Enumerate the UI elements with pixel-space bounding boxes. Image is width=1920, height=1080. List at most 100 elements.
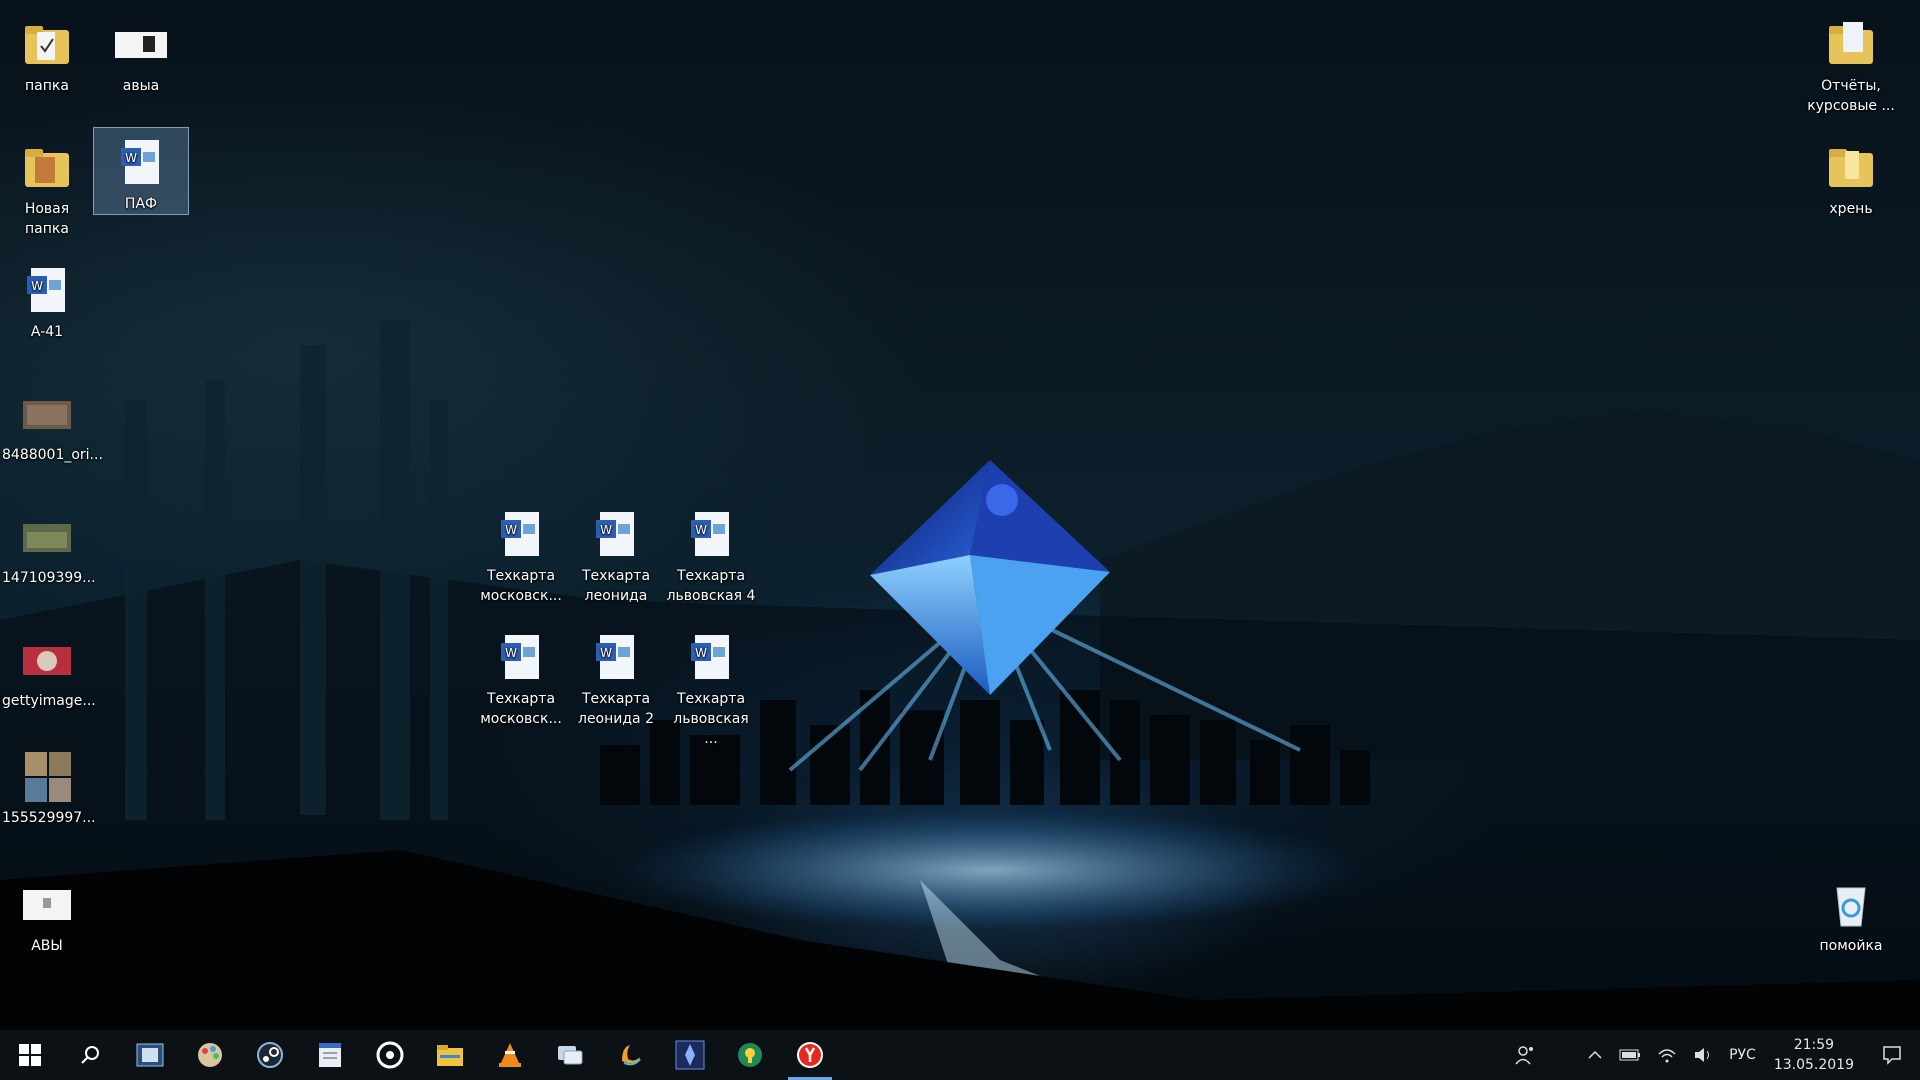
svg-text:W: W xyxy=(695,646,707,660)
taskbar-app-chat[interactable] xyxy=(540,1030,600,1080)
folder-icon xyxy=(1829,22,1873,64)
battery-button[interactable] xyxy=(1611,1030,1649,1080)
image-file-icon xyxy=(23,890,71,920)
word-document-icon: W xyxy=(596,635,634,679)
icon-label: 155529997... xyxy=(2,810,96,826)
clock[interactable]: 21:59 13.05.2019 xyxy=(1764,1030,1864,1080)
taskbar-app-task-view[interactable] xyxy=(120,1030,180,1080)
image-file-icon xyxy=(23,401,71,429)
steam-icon xyxy=(257,1042,283,1068)
desktop-icon-otchety[interactable]: Отчёты, курсовые ... xyxy=(1804,10,1898,116)
svg-text:W: W xyxy=(125,151,137,165)
icon-label: Отчёты, курсовые ... xyxy=(1807,78,1895,114)
desktop-icon-image-8488001[interactable]: 8488001_ori... xyxy=(0,379,103,465)
yandex-icon xyxy=(797,1042,823,1068)
volume-button[interactable] xyxy=(1685,1030,1721,1080)
folder-icon xyxy=(437,1045,463,1066)
people-icon xyxy=(1515,1046,1534,1065)
icon-label: папка xyxy=(25,78,69,94)
desktop-icon-techkarta-lvovskaya-4[interactable]: W Техкарта львовская 4 xyxy=(664,500,758,606)
folder-icon xyxy=(1829,149,1873,187)
chevron-up-icon xyxy=(1588,1050,1602,1059)
folder-icon xyxy=(25,26,69,64)
language-indicator[interactable]: РУС xyxy=(1721,1030,1764,1080)
folder-icon xyxy=(25,149,69,187)
windows-start-icon xyxy=(19,1044,41,1066)
desktop-icon-techkarta-moskovsk-2[interactable]: W Техкарта московск... xyxy=(474,623,568,729)
svg-text:W: W xyxy=(505,646,517,660)
people-button[interactable] xyxy=(1507,1030,1543,1080)
taskbar-app-vlc[interactable] xyxy=(480,1030,540,1080)
desktop-icon-avya[interactable]: авыа xyxy=(94,10,188,96)
desktop-icon-a41[interactable]: W A-41 xyxy=(0,256,94,342)
taskbar-app-game[interactable] xyxy=(660,1030,720,1080)
taskbar-app-media[interactable] xyxy=(360,1030,420,1080)
desktop-icon-techkarta-moskovsk-1[interactable]: W Техкарта московск... xyxy=(474,500,568,606)
svg-text:W: W xyxy=(31,279,43,293)
svg-text:W: W xyxy=(600,523,612,537)
icon-label: Техкарта леонида xyxy=(581,568,651,604)
recycle-bin-icon xyxy=(1836,887,1866,927)
desktop-icon-techkarta-leonida-2[interactable]: W Техкарта леонида 2 xyxy=(569,623,663,729)
system-tray: РУС 21:59 13.05.2019 xyxy=(1507,1030,1920,1080)
desktop-icon-avy[interactable]: АВЫ xyxy=(0,870,94,956)
icon-label: хрень xyxy=(1829,201,1873,217)
desktop-icon-techkarta-lvovskaya-2[interactable]: W Техкарта львовская ... xyxy=(664,623,758,749)
desktop-icon-techkarta-leonida[interactable]: W Техкарта леонида xyxy=(569,500,663,606)
icon-label: Новая папка xyxy=(24,201,70,237)
icon-label: АВЫ xyxy=(31,938,63,954)
film-icon xyxy=(136,1043,164,1067)
word-document-icon: W xyxy=(596,512,634,556)
icon-label: Техкарта московск... xyxy=(480,691,562,727)
icon-label: Техкарта львовская ... xyxy=(673,691,749,747)
taskbar-app-file-explorer[interactable] xyxy=(420,1030,480,1080)
image-file-icon xyxy=(115,32,167,58)
desktop-icon-image-147109399[interactable]: 147109399... xyxy=(0,502,96,588)
wifi-icon xyxy=(1658,1049,1676,1063)
taskbar-app-globe[interactable] xyxy=(720,1030,780,1080)
icon-label: Техкарта московск... xyxy=(480,568,562,604)
taskbar-app-steam[interactable] xyxy=(240,1030,300,1080)
disc-icon xyxy=(376,1041,404,1069)
battery-icon xyxy=(1619,1049,1641,1061)
game-icon xyxy=(675,1040,705,1070)
icon-label: A-41 xyxy=(30,324,64,340)
icon-label: 8488001_ori... xyxy=(2,447,103,463)
word-document-icon: W xyxy=(121,140,159,184)
taskbar-app-swoosh[interactable] xyxy=(600,1030,660,1080)
taskbar-app-notepad[interactable] xyxy=(300,1030,360,1080)
desktop-wallpaper xyxy=(0,320,1920,1030)
image-file-icon xyxy=(23,647,71,675)
swoosh-icon xyxy=(622,1045,641,1066)
clock-time: 21:59 xyxy=(1793,1037,1835,1053)
icon-label: gettyimage... xyxy=(2,693,96,709)
network-button[interactable] xyxy=(1649,1030,1685,1080)
desktop-icon-paf[interactable]: W ПАФ xyxy=(93,127,189,215)
icon-label: ПАФ xyxy=(124,196,158,212)
clock-date: 13.05.2019 xyxy=(1773,1057,1854,1073)
taskbar-app-paint[interactable] xyxy=(180,1030,240,1080)
svg-text:W: W xyxy=(695,523,707,537)
globe-icon xyxy=(738,1043,762,1067)
word-document-icon: W xyxy=(27,268,65,312)
icon-label: помойка xyxy=(1819,938,1883,954)
desktop-icon-gettyimages[interactable]: gettyimage... xyxy=(0,625,96,711)
svg-text:W: W xyxy=(505,523,517,537)
desktop-icon-new-folder[interactable]: Новая папка xyxy=(0,133,94,239)
palette-icon xyxy=(198,1043,222,1067)
taskbar-app-yandex-browser[interactable] xyxy=(780,1030,840,1080)
desktop-icon-folder-papka[interactable]: папка xyxy=(0,10,94,96)
desktop-icon-recycle-bin[interactable]: помойка xyxy=(1804,870,1898,956)
show-hidden-icons-button[interactable] xyxy=(1579,1030,1611,1080)
notepad-icon xyxy=(319,1043,341,1067)
vlc-icon xyxy=(499,1043,521,1067)
action-center-button[interactable] xyxy=(1864,1030,1920,1080)
desktop-icon-hren[interactable]: хрень xyxy=(1804,133,1898,219)
start-button[interactable] xyxy=(0,1030,60,1080)
icon-label: 147109399... xyxy=(2,570,96,586)
icon-label: авыа xyxy=(122,78,160,94)
word-document-icon: W xyxy=(501,635,539,679)
notification-icon xyxy=(1883,1046,1901,1065)
desktop-icon-image-155529997[interactable]: 155529997... xyxy=(0,742,96,828)
search-button[interactable] xyxy=(60,1030,120,1080)
